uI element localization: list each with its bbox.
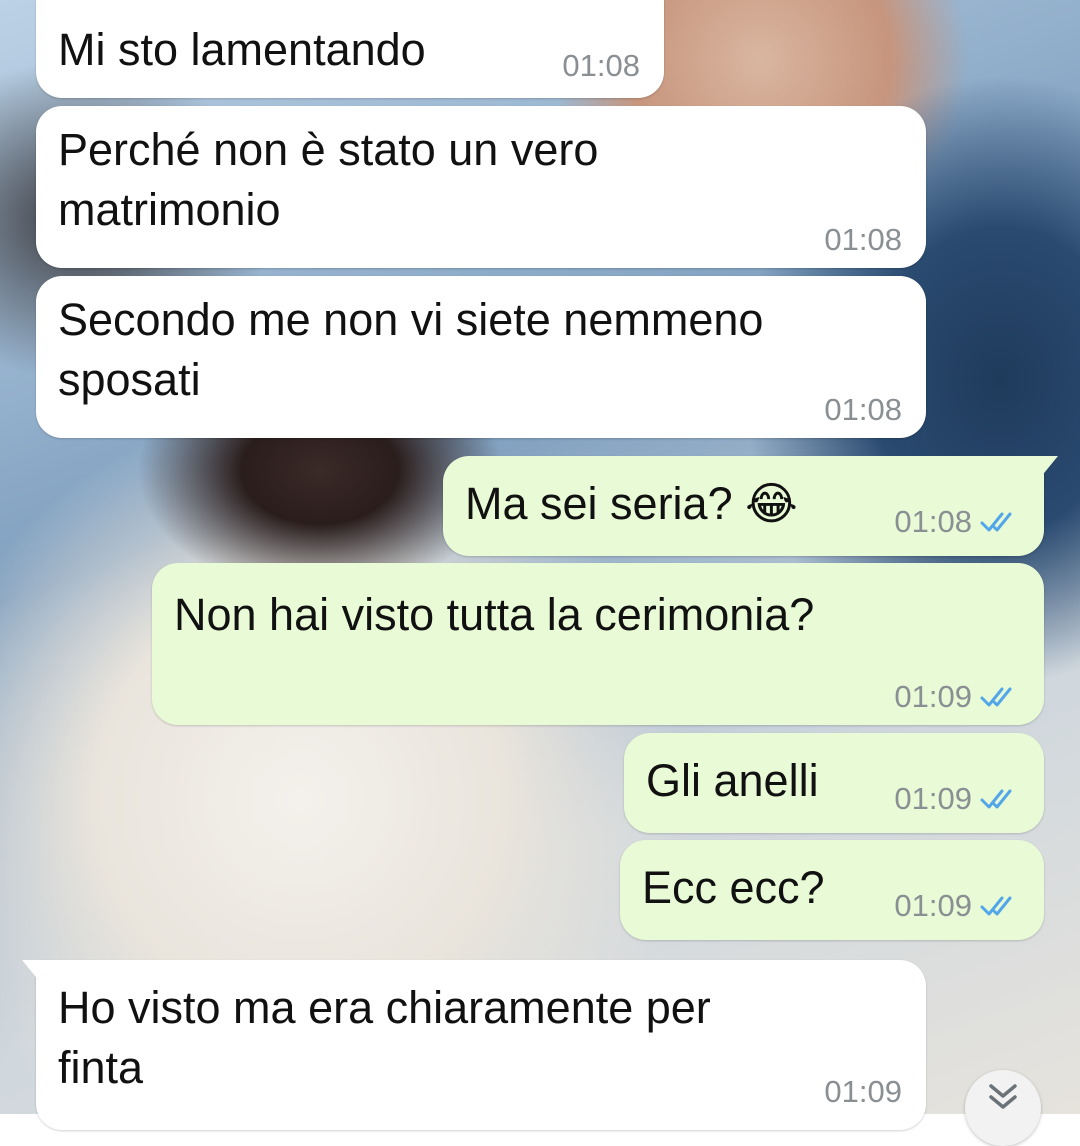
message-incoming[interactable]: Perché non è stato un vero matrimonio 01… [36,106,926,268]
double-check-icon [980,896,1012,916]
message-incoming[interactable]: Mi sto lamentando 01:08 [36,0,664,98]
message-list[interactable]: Mi sto lamentando 01:08 Perché non è sta… [0,0,1080,1130]
message-outgoing[interactable]: Gli anelli 01:09 [624,733,1044,833]
message-meta: 01:09 [824,1074,902,1110]
scroll-to-bottom-button[interactable] [965,1070,1041,1146]
message-incoming[interactable]: Ho visto ma era chiaramente per finta 01… [22,960,926,1130]
double-check-icon [980,789,1012,809]
message-time: 01:09 [824,1074,902,1109]
message-time: 01:08 [894,504,972,539]
message-time: 01:08 [824,222,902,257]
message-time: 01:09 [894,781,972,816]
message-meta: 01:09 [894,781,1020,817]
double-check-icon [980,687,1012,707]
message-outgoing[interactable]: Ma sei seria? 😂 01:08 [443,456,1058,556]
message-text: Mi sto lamentando [58,24,426,75]
message-outgoing[interactable]: Ecc ecc? 01:09 [620,840,1044,940]
message-text: Non hai visto tutta la cerimonia? [174,589,815,640]
message-meta: 01:08 [562,48,640,84]
message-text: Perché non è stato un vero matrimonio [58,124,599,235]
message-time: 01:09 [894,888,972,923]
message-time: 01:09 [894,679,972,714]
message-meta: 01:08 [824,222,902,258]
message-incoming[interactable]: Secondo me non vi siete nemmeno sposati … [36,276,926,438]
message-text: Secondo me non vi siete nemmeno sposati [58,294,764,405]
message-meta: 01:08 [824,392,902,428]
message-time: 01:08 [562,48,640,83]
message-time: 01:08 [824,392,902,427]
message-meta: 01:09 [894,679,1020,715]
message-outgoing[interactable]: Non hai visto tutta la cerimonia? 01:09 [152,563,1044,725]
double-check-icon [980,512,1012,532]
double-chevron-down-icon [989,1084,1017,1109]
message-meta: 01:08 [894,504,1020,540]
message-text: Ho visto ma era chiaramente per finta [58,982,711,1093]
message-meta: 01:09 [894,888,1020,924]
